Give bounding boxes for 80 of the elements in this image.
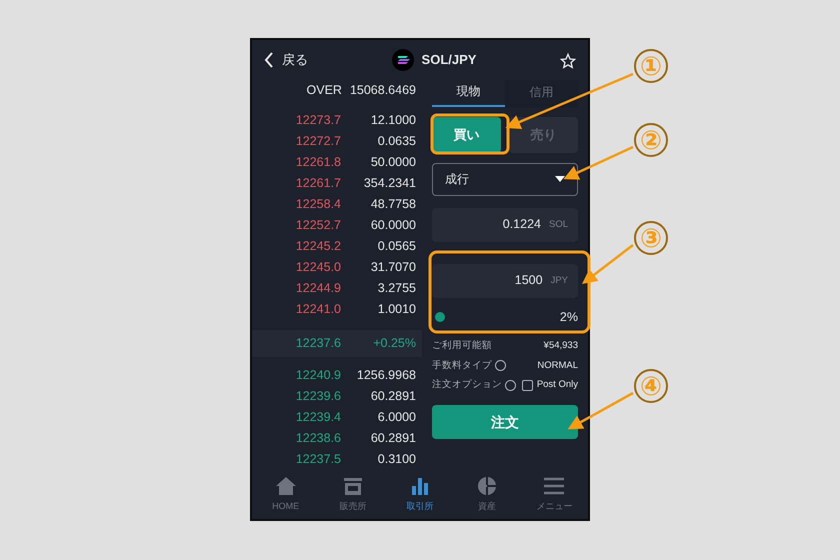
step-number: ① [634, 49, 668, 83]
annotation-arrow [582, 244, 634, 284]
price-text: 12273.7 [294, 112, 341, 129]
slider-thumb[interactable] [435, 312, 446, 322]
favorite-button[interactable] [560, 50, 576, 69]
amount-text: 48.7758 [370, 196, 416, 213]
over-label: OVER [306, 82, 342, 100]
info-label: 手数料タイプ [432, 358, 492, 373]
value-input[interactable]: 0.1224 [450, 215, 541, 234]
step-number: ④ [634, 369, 668, 403]
amount-text: 1256.9968 [356, 366, 416, 384]
star-icon [560, 52, 576, 69]
amount-text: 6.0000 [376, 408, 416, 426]
pie-chart-icon [476, 475, 498, 498]
price-text: 12261.8 [294, 154, 341, 171]
price-text: 12252.7 [294, 216, 341, 234]
unit-label: SOL [548, 218, 568, 232]
post-only-checkbox[interactable]: Post Only [522, 378, 578, 392]
amount-text: 60.2891 [370, 388, 416, 405]
price-change: +0.25% [372, 334, 416, 352]
nav-tab[interactable]: 資産 [454, 475, 521, 514]
tab[interactable]: 信用 [505, 80, 578, 107]
amount-text: 0.0635 [376, 132, 416, 150]
caret-icon [555, 176, 565, 182]
unit-label: JPY [550, 274, 568, 288]
menu-icon [543, 475, 566, 498]
price-text: 12261.7 [294, 174, 341, 192]
nav-tab[interactable]: HOME [252, 475, 320, 514]
checkbox-label: Post Only [536, 378, 578, 392]
buy-button[interactable]: 買い [432, 116, 501, 153]
price-text: 12244.9 [294, 280, 341, 297]
amount-text: 60.2891 [370, 430, 416, 447]
amount-text: 50.0000 [370, 154, 416, 171]
amount-text: 60.0000 [370, 216, 416, 234]
price-text: 12239.6 [294, 388, 341, 405]
price-text: 12245.2 [294, 238, 341, 255]
price-text: 12238.6 [294, 430, 341, 447]
quantity-field[interactable]: 0.1224 SOL [432, 208, 578, 242]
checkbox-icon[interactable] [522, 380, 533, 391]
info-label: ご利用可能額 [432, 339, 492, 354]
coin-logo-icon [392, 48, 414, 71]
value-input[interactable]: 1500 [452, 271, 543, 290]
annotation-arrow [563, 146, 634, 180]
amount-text: 3.2755 [376, 280, 416, 297]
price-text: 12272.7 [294, 132, 341, 150]
amount-text: 12.1000 [370, 112, 416, 129]
amount-text: 1.0010 [376, 300, 416, 318]
back-button[interactable]: 戻る [264, 50, 308, 70]
order-button[interactable]: 注文 [432, 405, 578, 440]
price-text: 12245.0 [294, 258, 341, 276]
last-price: 12237.6 [294, 334, 341, 352]
info-value: NORMAL [537, 358, 578, 373]
step-number: ② [634, 123, 668, 157]
nav-tab[interactable]: 取引所 [386, 475, 454, 514]
price-text: 12237.5 [294, 450, 341, 468]
info-label: 注文オプション [432, 378, 502, 392]
price-text: 12239.4 [294, 408, 341, 426]
over-value: 15068.6469 [350, 82, 416, 100]
pair-title: SOL/JPY [422, 51, 476, 70]
price-text: 12258.4 [294, 196, 341, 213]
amount-field[interactable]: 1500 JPY [432, 264, 578, 298]
order-type-dropdown[interactable]: 成行 [432, 162, 578, 196]
home-icon [274, 475, 297, 498]
info-icon[interactable] [505, 380, 516, 391]
slider-reading: 2% [560, 308, 578, 326]
bar-chart-icon [409, 475, 431, 498]
price-text: 12240.9 [294, 366, 341, 384]
amount-text: 0.0565 [376, 238, 416, 255]
nav-tab[interactable]: メニュー [520, 475, 588, 514]
nav-tab[interactable]: 販売所 [319, 475, 386, 514]
amount-text: 31.7070 [370, 258, 416, 276]
step-number: ③ [634, 221, 668, 255]
amount-text: 0.3100 [376, 450, 416, 468]
back-icon [264, 52, 274, 68]
store-icon [342, 475, 364, 498]
info-icon[interactable] [495, 360, 506, 372]
amount-text: 354.2341 [362, 174, 416, 192]
price-text: 12241.0 [294, 300, 341, 318]
annotation-arrow [568, 392, 634, 430]
info-value: ¥54,933 [544, 339, 578, 354]
